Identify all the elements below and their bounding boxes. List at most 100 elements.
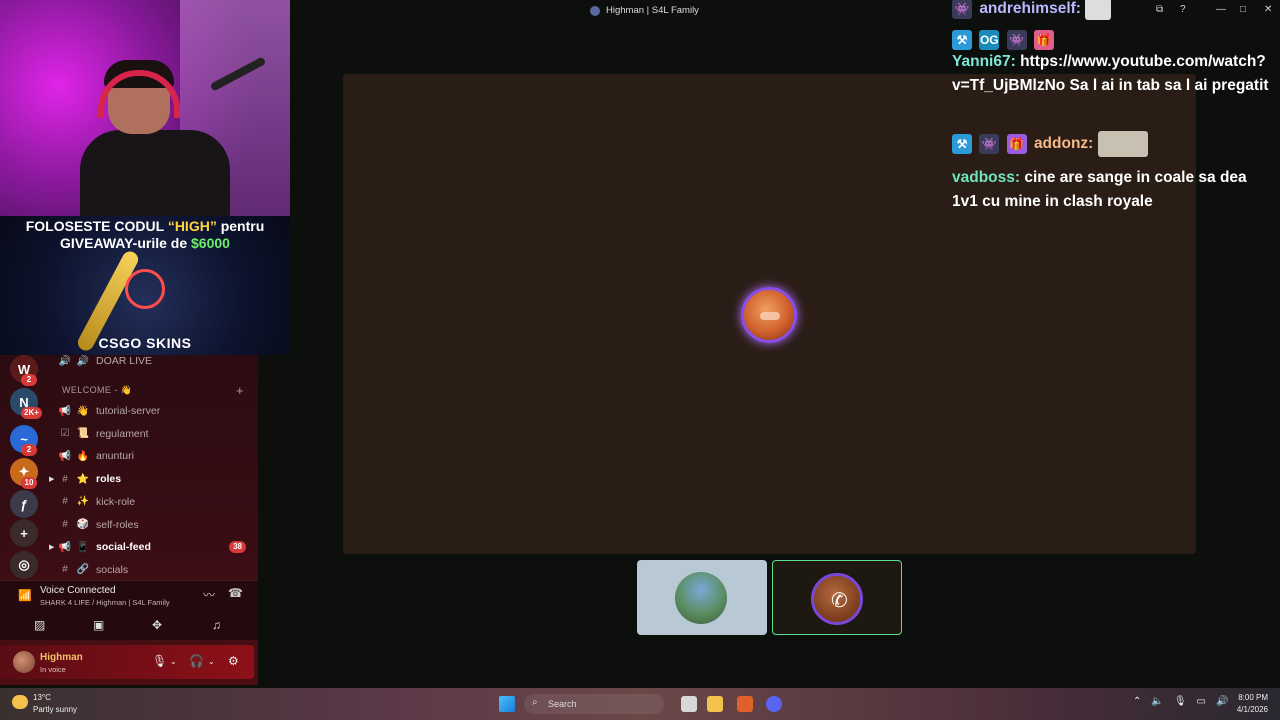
user-panel: Highman In voice 🎙 ⌄ 🎧 ⌄ ⚙ [0,645,254,679]
task-view-icon[interactable] [681,696,697,712]
category-welcome[interactable]: WELCOME - 👋 [62,385,132,396]
participant-tile[interactable] [637,560,767,635]
voice-status-title[interactable]: Voice Connected [40,585,116,596]
channel-self-roles[interactable]: # 🎲 self-roles [58,515,248,535]
chat-username: Yanni67: [952,53,1016,70]
weather-description[interactable]: Partly sunny [33,705,77,714]
promo-code: “HIGH” [167,218,217,234]
chat-message: vadboss: cine are sange in coale sa dea … [952,166,1272,214]
streamer-body [80,130,230,216]
user-badge-icon: 👾 [952,0,972,19]
channel-emoji: 📜 [76,428,90,440]
start-button[interactable] [499,696,515,712]
clock-time[interactable]: 8:00 PM [1236,693,1268,702]
brand-badge-icon [125,269,165,309]
chat-username: vadboss: [952,169,1021,186]
channel-emoji: ✨ [76,496,90,508]
gift-badge-icon: 🎁 [1033,29,1054,50]
channel-type-icon: # [62,496,68,508]
chevron-right-icon: ▶ [49,544,55,552]
channel-label: regulament [96,427,149,440]
speaker-icon: 🔊 [58,355,72,367]
channel-emoji: 👋 [76,405,90,417]
mic-icon[interactable]: 🎙 [152,654,167,668]
stream-chat-overlay: 👾 andrehimself: ⚒ OG 👾 🎁 Yanni67: https:… [952,0,1280,215]
server-icon[interactable]: ƒ [10,490,38,518]
signal-icon[interactable]: 📶 [18,589,32,602]
emote-image [1097,131,1148,157]
promo-brand: CSGO SKINS [98,335,192,351]
hammer-badge-icon: ⚒ [952,134,972,154]
discord-sidebar: W 2 N 2K+ ~2 ✦ 10 ƒ + ◎ 🔊 🔊 DOAR LIVE WELCOME - 👋… [0,355,258,685]
server-icon[interactable]: ◎ [10,551,38,579]
server-rail: W 2 N 2K+ ~2 ✦ 10 ƒ + ◎ [0,355,48,585]
system-tray: ⌃ 🔈 🎙 ▭ 🔊 [1133,696,1228,707]
add-channel-icon[interactable]: + [236,383,244,398]
game-badge-icon: 👾 [1006,29,1027,50]
chat-message: 👾 andrehimself: [952,0,1272,21]
screen-share-icon[interactable]: ▣ [93,618,104,632]
gift-badge-icon: 🎁 [1006,134,1027,154]
speaking-user-avatar[interactable] [741,287,797,343]
channel-doar-live[interactable]: 🔊 🔊 DOAR LIVE [58,351,248,371]
channel-kick-role[interactable]: # ✨ kick-role [58,492,248,512]
promo-line-1: FOLOSESTE CODUL “HIGH” pentru [25,218,265,234]
channel-emoji: 🔥 [76,450,90,462]
discord-app-icon[interactable] [766,696,782,712]
mic-tray-icon[interactable]: 🎙 [1174,696,1187,707]
headphones-icon[interactable]: 🎧 [189,654,204,668]
clock-date[interactable]: 4/1/2026 [1228,705,1268,714]
unread-badge: 2K+ [21,407,42,419]
avatar[interactable] [13,651,35,673]
channel-emoji: ⭐ [76,473,90,485]
disconnect-icon[interactable]: ☎ [228,586,243,600]
camera-off-icon[interactable]: ▨ [34,618,45,632]
channel-emoji: 📱 [76,541,90,553]
voice-channel-path[interactable]: SHARK 4 LIFE / Highman | S4L Family [40,598,170,607]
channel-type-icon: # [62,473,68,485]
channel-regulament[interactable]: ☑ 📜 regulament [58,424,248,444]
chevron-up-icon[interactable]: ⌃ [1133,696,1141,707]
webcam-overlay: FOLOSESTE CODUL “HIGH” pentru GIVEAWAY-u… [0,0,290,355]
channel-roles[interactable]: ▶ # ⭐ roles [49,469,248,489]
channel-label: tutorial-server [96,405,161,417]
windows-taskbar: 13°C Partly sunny ⌕ Search ⌃ 🔈 🎙 ▭ 🔊 8:0… [0,688,1280,720]
channel-list: 🔊 🔊 DOAR LIVE WELCOME - 👋 + 📢 👋 tutorial-s… [48,355,258,580]
soundboard-icon[interactable]: ♫ [212,618,221,632]
unread-badge: 2 [21,374,37,386]
file-explorer-icon[interactable] [707,696,723,712]
speaker-tray-icon[interactable]: 🔊 [1216,696,1228,707]
volume-icon[interactable]: 🔈 [1151,696,1163,707]
activities-icon[interactable]: ✥ [152,618,162,632]
search-input[interactable]: ⌕ Search [524,694,664,714]
channel-label: anunturi [96,450,134,463]
weather-temperature[interactable]: 13°C [33,693,51,702]
game-badge-icon: 👾 [979,134,1000,154]
chat-message: Yanni67: https://www.youtube.com/watch?v… [952,50,1272,98]
hammer-badge-icon: ⚒ [952,29,972,50]
weather-icon[interactable] [12,695,28,709]
unread-badge: 2 [21,444,37,456]
noise-suppression-icon[interactable]: 〰 [203,586,215,603]
username[interactable]: Highman [40,652,83,663]
chevron-down-icon[interactable]: ⌄ [208,657,215,666]
brave-browser-icon[interactable] [737,696,753,712]
channel-label: roles [96,473,122,486]
channel-label: DOAR LIVE [96,355,153,367]
promo-banner: FOLOSESTE CODUL “HIGH” pentru GIVEAWAY-u… [0,216,290,355]
phone-icon: ✆ [831,590,848,612]
server-icon[interactable]: + [10,519,38,547]
channel-socials[interactable]: # 🔗 socials [58,560,248,580]
channel-type-icon: # [62,519,68,530]
chat-message: ⚒ 👾 🎁 addonz: [952,131,1272,157]
channel-tutorial-server[interactable]: 📢 👋 tutorial-server [58,401,248,421]
settings-gear-icon[interactable]: ⚙ [228,654,239,668]
chevron-down-icon[interactable]: ⌄ [170,657,177,666]
channel-anunturi[interactable]: 📢 🔥 anunturi [58,446,248,466]
channel-social-feed[interactable]: ▶ 📢 📱 social-feed 38 [49,537,248,557]
display-icon[interactable]: ▭ [1197,696,1206,707]
screen: FOLOSESTE CODUL “HIGH” pentru GIVEAWAY-u… [0,0,1280,720]
promo-amount: $6000 [191,235,230,251]
participant-tile-speaking[interactable]: ✆ [772,560,902,635]
channel-emoji: 🎲 [76,519,90,530]
